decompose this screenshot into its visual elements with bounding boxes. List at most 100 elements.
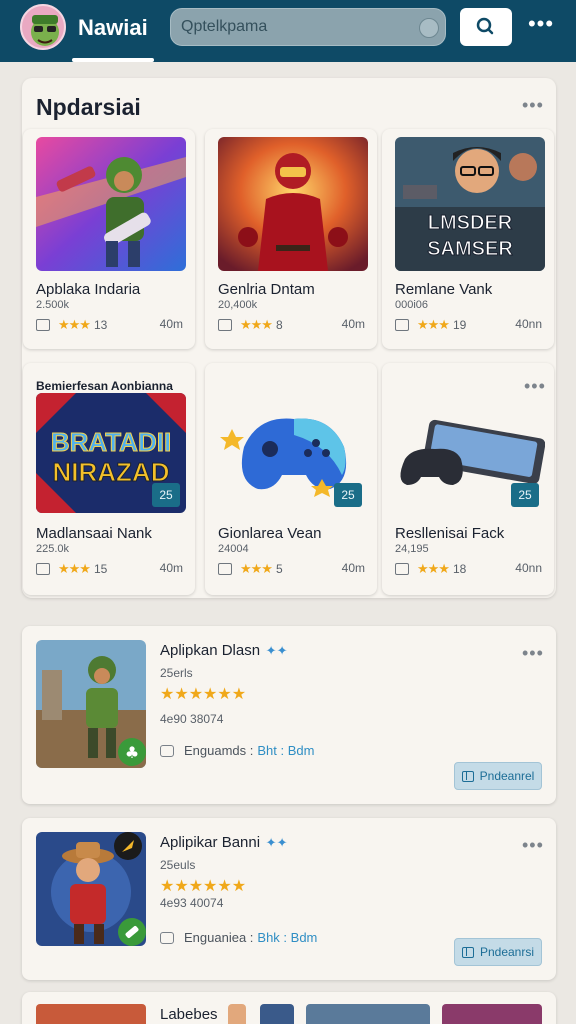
app-card[interactable]: Apblaka Indaria 2.500k ★★★ 13 40m bbox=[23, 129, 195, 349]
search-button[interactable] bbox=[460, 8, 512, 46]
language-label: Enguaniea : bbox=[184, 930, 254, 945]
card-heading: Bemierfesan Aonbianna bbox=[36, 379, 173, 393]
stars-icon: ★★★★★★ bbox=[160, 878, 247, 895]
app-thumbnail bbox=[36, 1004, 146, 1024]
app-rating-row: ★★★ 13 bbox=[36, 317, 107, 333]
calendar-icon bbox=[218, 319, 232, 331]
art-text: LMSDER bbox=[428, 212, 513, 234]
app-thumbnail bbox=[260, 1004, 294, 1024]
app-rating-row: ★★★ 18 bbox=[395, 561, 466, 577]
app-downloads: 000i06 bbox=[395, 299, 429, 311]
panel-more-icon[interactable]: ••• bbox=[522, 96, 544, 114]
language-label: Enguamds : bbox=[184, 743, 254, 758]
calendar-icon bbox=[36, 563, 50, 575]
rating-count: 5 bbox=[275, 562, 283, 576]
button-label: Pndeanrel bbox=[479, 769, 535, 783]
app-downloads: 2.500k bbox=[36, 299, 70, 311]
app-thumbnail: BRATADII NIRAZAD 25 bbox=[36, 393, 186, 513]
stars-icon: ★★★ bbox=[417, 317, 450, 332]
calendar-icon bbox=[36, 319, 50, 331]
stars-icon: ★★★ bbox=[417, 561, 450, 576]
app-size: 40m bbox=[159, 317, 183, 331]
section-title: Npdarsiai bbox=[36, 94, 141, 120]
rating-count: 18 bbox=[452, 562, 467, 576]
app-card[interactable]: Genlria Dntam 20,400k ★★★ 8 40m bbox=[205, 129, 377, 349]
search-icon bbox=[476, 17, 494, 35]
app-rating-row: ★★★ 19 bbox=[395, 317, 466, 333]
sparkle-icon: ✦✦ bbox=[262, 643, 288, 658]
avatar[interactable] bbox=[20, 4, 66, 50]
app-card[interactable]: ••• 25 Resllenisai Fack 24,195 ★★★ 18 40… bbox=[382, 363, 554, 595]
active-tab-indicator bbox=[72, 58, 154, 62]
app-thumbnail: ♣ bbox=[36, 640, 146, 768]
app-thumbnail bbox=[36, 832, 146, 946]
item-language-row: Enguamds : Bht : Bdm bbox=[160, 743, 314, 758]
rating-count: 8 bbox=[275, 318, 283, 332]
stars-icon: ★★★ bbox=[240, 561, 273, 576]
app-title: Apblaka Indaria bbox=[36, 281, 141, 298]
card-more-icon[interactable]: ••• bbox=[524, 377, 546, 395]
language-value[interactable]: Bhk : Bdm bbox=[257, 930, 317, 945]
app-title: Resllenisai Fack bbox=[395, 525, 505, 542]
calendar-icon bbox=[395, 319, 409, 331]
stars-icon: ★★★ bbox=[58, 561, 91, 576]
calendar-icon bbox=[218, 563, 232, 575]
app-downloads: 24004 bbox=[218, 543, 249, 555]
app-rating-row: ★★★ 15 bbox=[36, 561, 107, 577]
app-rating-row: ★★★ 8 bbox=[218, 317, 283, 333]
stars-icon: ★★★★★★ bbox=[160, 686, 247, 703]
app-thumbnail: 25 bbox=[218, 385, 368, 513]
badge: 25 bbox=[152, 483, 180, 507]
item-title-row: Aplipkan Dlasn ✦✦ bbox=[160, 642, 287, 659]
app-thumbnail bbox=[228, 1004, 246, 1024]
app-title: Madlansaai Nank bbox=[36, 525, 152, 542]
item-title-row: Aplipikar Banni ✦✦ bbox=[160, 834, 287, 851]
item-language-row: Enguaniea : Bhk : Bdm bbox=[160, 930, 317, 945]
top-bar: Nawiai ••• bbox=[0, 0, 576, 62]
app-thumbnail: LMSDER SAMSER bbox=[395, 137, 545, 271]
panel-icon bbox=[461, 946, 474, 958]
language-value[interactable]: Bht : Bdm bbox=[257, 743, 314, 758]
item-action-button[interactable]: Pndeanrsi bbox=[454, 938, 542, 966]
app-size: 40m bbox=[341, 317, 365, 331]
app-card[interactable]: 25 Gionlarea Vean 24004 ★★★ 5 40m bbox=[205, 363, 377, 595]
button-label: Pndeanrsi bbox=[479, 945, 535, 959]
app-card[interactable]: LMSDER SAMSER Remlane Vank 000i06 ★★★ 19… bbox=[382, 129, 554, 349]
list-item[interactable]: ♣ Aplipkan Dlasn ✦✦ ••• 25erls ★★★★★★ 4e… bbox=[22, 626, 556, 804]
app-title: Remlane Vank bbox=[395, 281, 493, 298]
badge: 25 bbox=[334, 483, 362, 507]
item-action-button[interactable]: Pndeanrel bbox=[454, 762, 542, 790]
item-code: 4e93 40074 bbox=[160, 896, 224, 910]
app-title: Nawiai bbox=[78, 15, 148, 40]
rating-count: 15 bbox=[93, 562, 108, 576]
language-icon bbox=[160, 931, 174, 944]
item-subtitle: 25euls bbox=[160, 858, 196, 872]
more-icon[interactable]: ••• bbox=[526, 13, 556, 42]
clear-icon[interactable] bbox=[419, 18, 439, 38]
app-downloads: 24,195 bbox=[395, 543, 429, 555]
item-more-icon[interactable]: ••• bbox=[522, 836, 544, 854]
app-thumbnail bbox=[36, 137, 186, 271]
art-text: NIRAZAD bbox=[53, 457, 170, 487]
app-card[interactable]: Bemierfesan Aonbianna BRATADII NIRAZAD 2… bbox=[23, 363, 195, 595]
app-title: Gionlarea Vean bbox=[218, 525, 322, 542]
app-thumbnail bbox=[306, 1004, 430, 1024]
app-thumbnail bbox=[218, 137, 368, 271]
item-more-icon[interactable]: ••• bbox=[522, 644, 544, 662]
stars-icon: ★★★ bbox=[240, 317, 273, 332]
sparkle-icon: ✦✦ bbox=[262, 835, 288, 850]
item-title: Aplipkan Dlasn bbox=[160, 642, 261, 659]
language-icon bbox=[160, 744, 174, 757]
list-item[interactable]: Labebes bbox=[22, 992, 556, 1024]
app-thumbnail bbox=[442, 1004, 542, 1024]
list-item[interactable]: Aplipikar Banni ✦✦ ••• 25euls ★★★★★★ 4e9… bbox=[22, 818, 556, 980]
svg-text:♣: ♣ bbox=[125, 743, 139, 762]
app-downloads: 225.0k bbox=[36, 543, 70, 555]
app-title: Genlria Dntam bbox=[218, 281, 315, 298]
search-box[interactable] bbox=[170, 8, 446, 46]
item-title: Aplipikar Banni bbox=[160, 834, 261, 851]
app-downloads: 20,400k bbox=[218, 299, 258, 311]
search-input[interactable] bbox=[181, 9, 411, 45]
rating-count: 19 bbox=[452, 318, 467, 332]
app-size: 40nn bbox=[515, 561, 542, 575]
